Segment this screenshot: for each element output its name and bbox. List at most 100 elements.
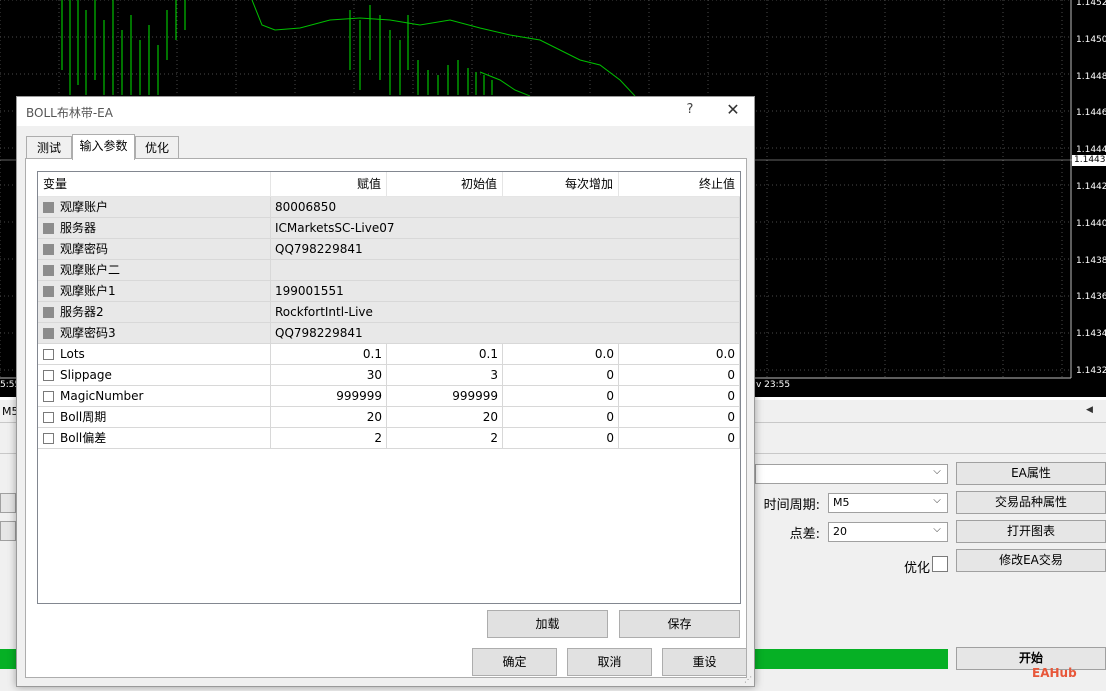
progress-bar	[755, 649, 948, 669]
step-cell[interactable]: 0	[503, 365, 619, 386]
start-cell[interactable]: 3	[387, 365, 503, 386]
price-level-label: 1.14480	[1076, 71, 1106, 82]
dialog-titlebar[interactable]: BOLL布林带-EA ? ✕	[17, 97, 754, 126]
start-cell[interactable]: 999999	[387, 386, 503, 407]
table-row[interactable]: Boll周期 20 20 0 0	[38, 407, 740, 428]
expert-properties-dialog: BOLL布林带-EA ? ✕ 测试 输入参数 优化 变量 赋值 初始值 每次增加…	[16, 96, 755, 687]
expert-select[interactable]: ⌵	[755, 464, 948, 484]
stop-cell[interactable]: 0	[619, 428, 740, 449]
table-row[interactable]: Lots 0.1 0.1 0.0 0.0	[38, 344, 740, 365]
variable-name-cell: 观摩密码3	[38, 323, 271, 344]
optimize-row-checkbox[interactable]	[43, 349, 54, 360]
load-button[interactable]: 加载	[487, 610, 608, 638]
tab-optimization[interactable]: 优化	[135, 136, 179, 159]
dialog-title: BOLL布林带-EA	[26, 106, 113, 120]
inputs-table[interactable]: 变量 赋值 初始值 每次增加 终止值 观摩账户 80006850 服务器 ICMark…	[37, 171, 741, 604]
modify-ea-button[interactable]: 修改EA交易	[956, 549, 1106, 572]
cancel-button[interactable]: 取消	[567, 648, 652, 676]
value-cell[interactable]: 20	[271, 407, 387, 428]
column-header-start[interactable]: 初始值	[387, 172, 503, 197]
stop-cell[interactable]: 0.0	[619, 344, 740, 365]
watermark-logo: EAHub	[1032, 666, 1077, 680]
variable-name-cell: 观摩密码	[38, 239, 271, 260]
stop-cell[interactable]: 0	[619, 407, 740, 428]
start-button[interactable]: 开始	[956, 647, 1106, 670]
variable-name-cell: Slippage	[38, 365, 271, 386]
optimize-row-checkbox[interactable]	[43, 412, 54, 423]
tab-inputs[interactable]: 输入参数	[72, 134, 135, 160]
ok-button[interactable]: 确定	[472, 648, 557, 676]
scroll-left-icon[interactable]: ◀	[1086, 405, 1093, 415]
step-cell[interactable]: 0	[503, 407, 619, 428]
stop-cell[interactable]: 0	[619, 365, 740, 386]
spread-select[interactable]: 20 ⌵	[828, 522, 948, 542]
optimize-row-checkbox	[43, 223, 54, 234]
variable-name-cell: Lots	[38, 344, 271, 365]
table-row[interactable]: Slippage 30 3 0 0	[38, 365, 740, 386]
period-select[interactable]: M5 ⌵	[828, 493, 948, 513]
tab-testing[interactable]: 测试	[26, 136, 72, 159]
price-level-label: 1.14400	[1076, 218, 1106, 229]
value-cell[interactable]	[271, 260, 740, 281]
table-row[interactable]: 观摩账户1 199001551	[38, 281, 740, 302]
value-cell[interactable]: 999999	[271, 386, 387, 407]
resize-grip-icon[interactable]: ⋰	[744, 675, 752, 684]
variable-name: 观摩密码3	[60, 326, 116, 340]
help-icon[interactable]: ?	[683, 102, 697, 117]
value-cell[interactable]: 199001551	[271, 281, 740, 302]
boll-band-line	[251, 0, 636, 97]
step-cell[interactable]: 0	[503, 428, 619, 449]
table-row[interactable]: 观摩密码3 QQ798229841	[38, 323, 740, 344]
value-cell[interactable]: 30	[271, 365, 387, 386]
spread-value: 20	[833, 525, 847, 538]
column-header-value[interactable]: 赋值	[271, 172, 387, 197]
variable-name: 观摩账户二	[60, 263, 121, 277]
step-cell[interactable]: 0	[503, 386, 619, 407]
value-cell[interactable]: ICMarketsSC-Live07	[271, 218, 740, 239]
optimize-row-checkbox	[43, 265, 54, 276]
left-stub-button[interactable]	[0, 521, 16, 541]
optimize-row-checkbox[interactable]	[43, 370, 54, 381]
optimize-row-checkbox[interactable]	[43, 391, 54, 402]
close-icon[interactable]: ✕	[724, 100, 742, 119]
variable-name: Slippage	[60, 368, 112, 382]
optimize-row-checkbox	[43, 202, 54, 213]
reset-button[interactable]: 重设	[662, 648, 747, 676]
value-cell[interactable]: 0.1	[271, 344, 387, 365]
symbol-properties-button[interactable]: 交易品种属性	[956, 491, 1106, 514]
table-row[interactable]: 观摩账户 80006850	[38, 197, 740, 218]
value-cell[interactable]: 2	[271, 428, 387, 449]
table-row[interactable]: 服务器 ICMarketsSC-Live07	[38, 218, 740, 239]
table-row[interactable]: 观摩账户二	[38, 260, 740, 281]
table-row[interactable]: Boll偏差 2 2 0 0	[38, 428, 740, 449]
variable-name: Boll周期	[60, 410, 107, 424]
start-cell[interactable]: 2	[387, 428, 503, 449]
optimize-row-checkbox[interactable]	[43, 433, 54, 444]
value-cell[interactable]: 80006850	[271, 197, 740, 218]
ea-properties-button[interactable]: EA属性	[956, 462, 1106, 485]
column-header-stop[interactable]: 终止值	[619, 172, 740, 197]
start-cell[interactable]: 20	[387, 407, 503, 428]
variable-name: 服务器	[60, 221, 97, 235]
table-row[interactable]: 服务器2 RockfortIntl-Live	[38, 302, 740, 323]
table-row[interactable]: MagicNumber 999999 999999 0 0	[38, 386, 740, 407]
price-level-label: 1.14420	[1076, 182, 1106, 192]
value-cell[interactable]: QQ798229841	[271, 239, 740, 260]
save-button[interactable]: 保存	[619, 610, 740, 638]
value-cell[interactable]: QQ798229841	[271, 323, 740, 344]
value-cell[interactable]: RockfortIntl-Live	[271, 302, 740, 323]
column-header-variable[interactable]: 变量	[38, 172, 271, 197]
open-chart-button[interactable]: 打开图表	[956, 520, 1106, 543]
variable-name-cell: MagicNumber	[38, 386, 271, 407]
table-header: 变量 赋值 初始值 每次增加 终止值	[38, 172, 740, 197]
column-header-step[interactable]: 每次增加	[503, 172, 619, 197]
table-row[interactable]: 观摩密码 QQ798229841	[38, 239, 740, 260]
price-level-label: 1.14320	[1076, 366, 1106, 376]
step-cell[interactable]: 0.0	[503, 344, 619, 365]
variable-name: 观摩账户	[60, 200, 109, 214]
left-stub-button[interactable]	[0, 493, 16, 513]
price-level-label: 1.14520	[1076, 0, 1106, 8]
start-cell[interactable]: 0.1	[387, 344, 503, 365]
optimize-checkbox[interactable]	[932, 556, 948, 572]
stop-cell[interactable]: 0	[619, 386, 740, 407]
